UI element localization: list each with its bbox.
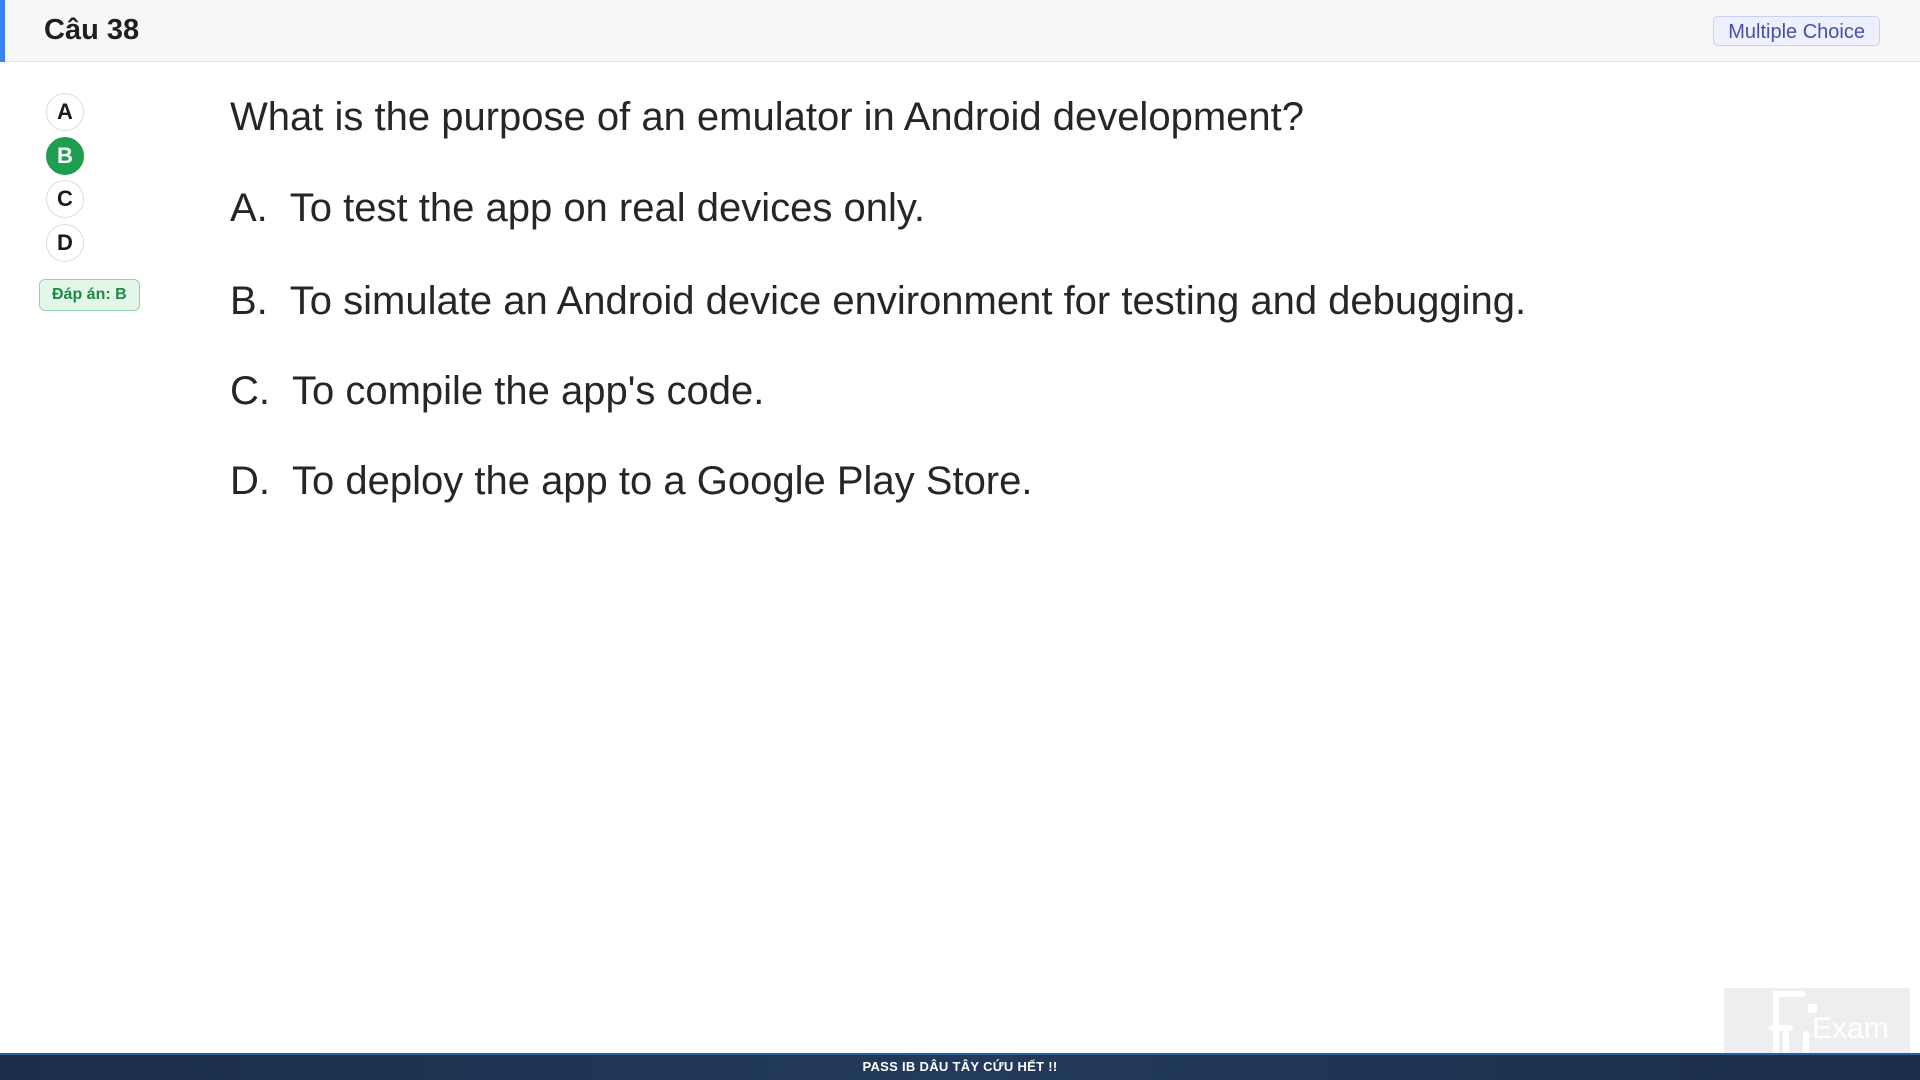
answer-badge: Đáp án: B [39, 279, 140, 311]
footer-banner: PASS IB DÂU TÂY CỨU HẾT !! [0, 1053, 1920, 1080]
question-header: Câu 38 Multiple Choice [0, 0, 1920, 62]
question-number: Câu 38 [44, 14, 140, 46]
choice-text: To deploy the app to a Google Play Store… [292, 459, 1033, 503]
option-c-button[interactable]: C [46, 180, 84, 218]
choice-c: C. To compile the app's code. [230, 366, 764, 416]
option-b-button[interactable]: B [46, 137, 84, 175]
choice-letter: A. [230, 186, 268, 230]
question-type-badge: Multiple Choice [1713, 16, 1880, 46]
question-text: What is the purpose of an emulator in An… [230, 95, 1304, 139]
logo-text: Exam [1812, 1012, 1889, 1045]
choice-text: To compile the app's code. [292, 369, 765, 413]
choice-a: A. To test the app on real devices only. [230, 183, 925, 233]
choice-text: To test the app on real devices only. [289, 186, 925, 230]
choice-letter: B. [230, 279, 268, 323]
header-accent-bar [0, 0, 5, 62]
choice-letter: C. [230, 369, 270, 413]
choice-text: To simulate an Android device environmen… [289, 279, 1527, 323]
choice-letter: D. [230, 459, 270, 503]
option-d-button[interactable]: D [46, 224, 84, 262]
choice-b: B. To simulate an Android device environm… [230, 276, 1526, 326]
option-a-button[interactable]: A [46, 93, 84, 131]
quiz-page: Câu 38 Multiple Choice A B C D Đáp án: B… [0, 0, 1920, 1080]
choice-d: D. To deploy the app to a Google Play Sto… [230, 456, 1033, 506]
